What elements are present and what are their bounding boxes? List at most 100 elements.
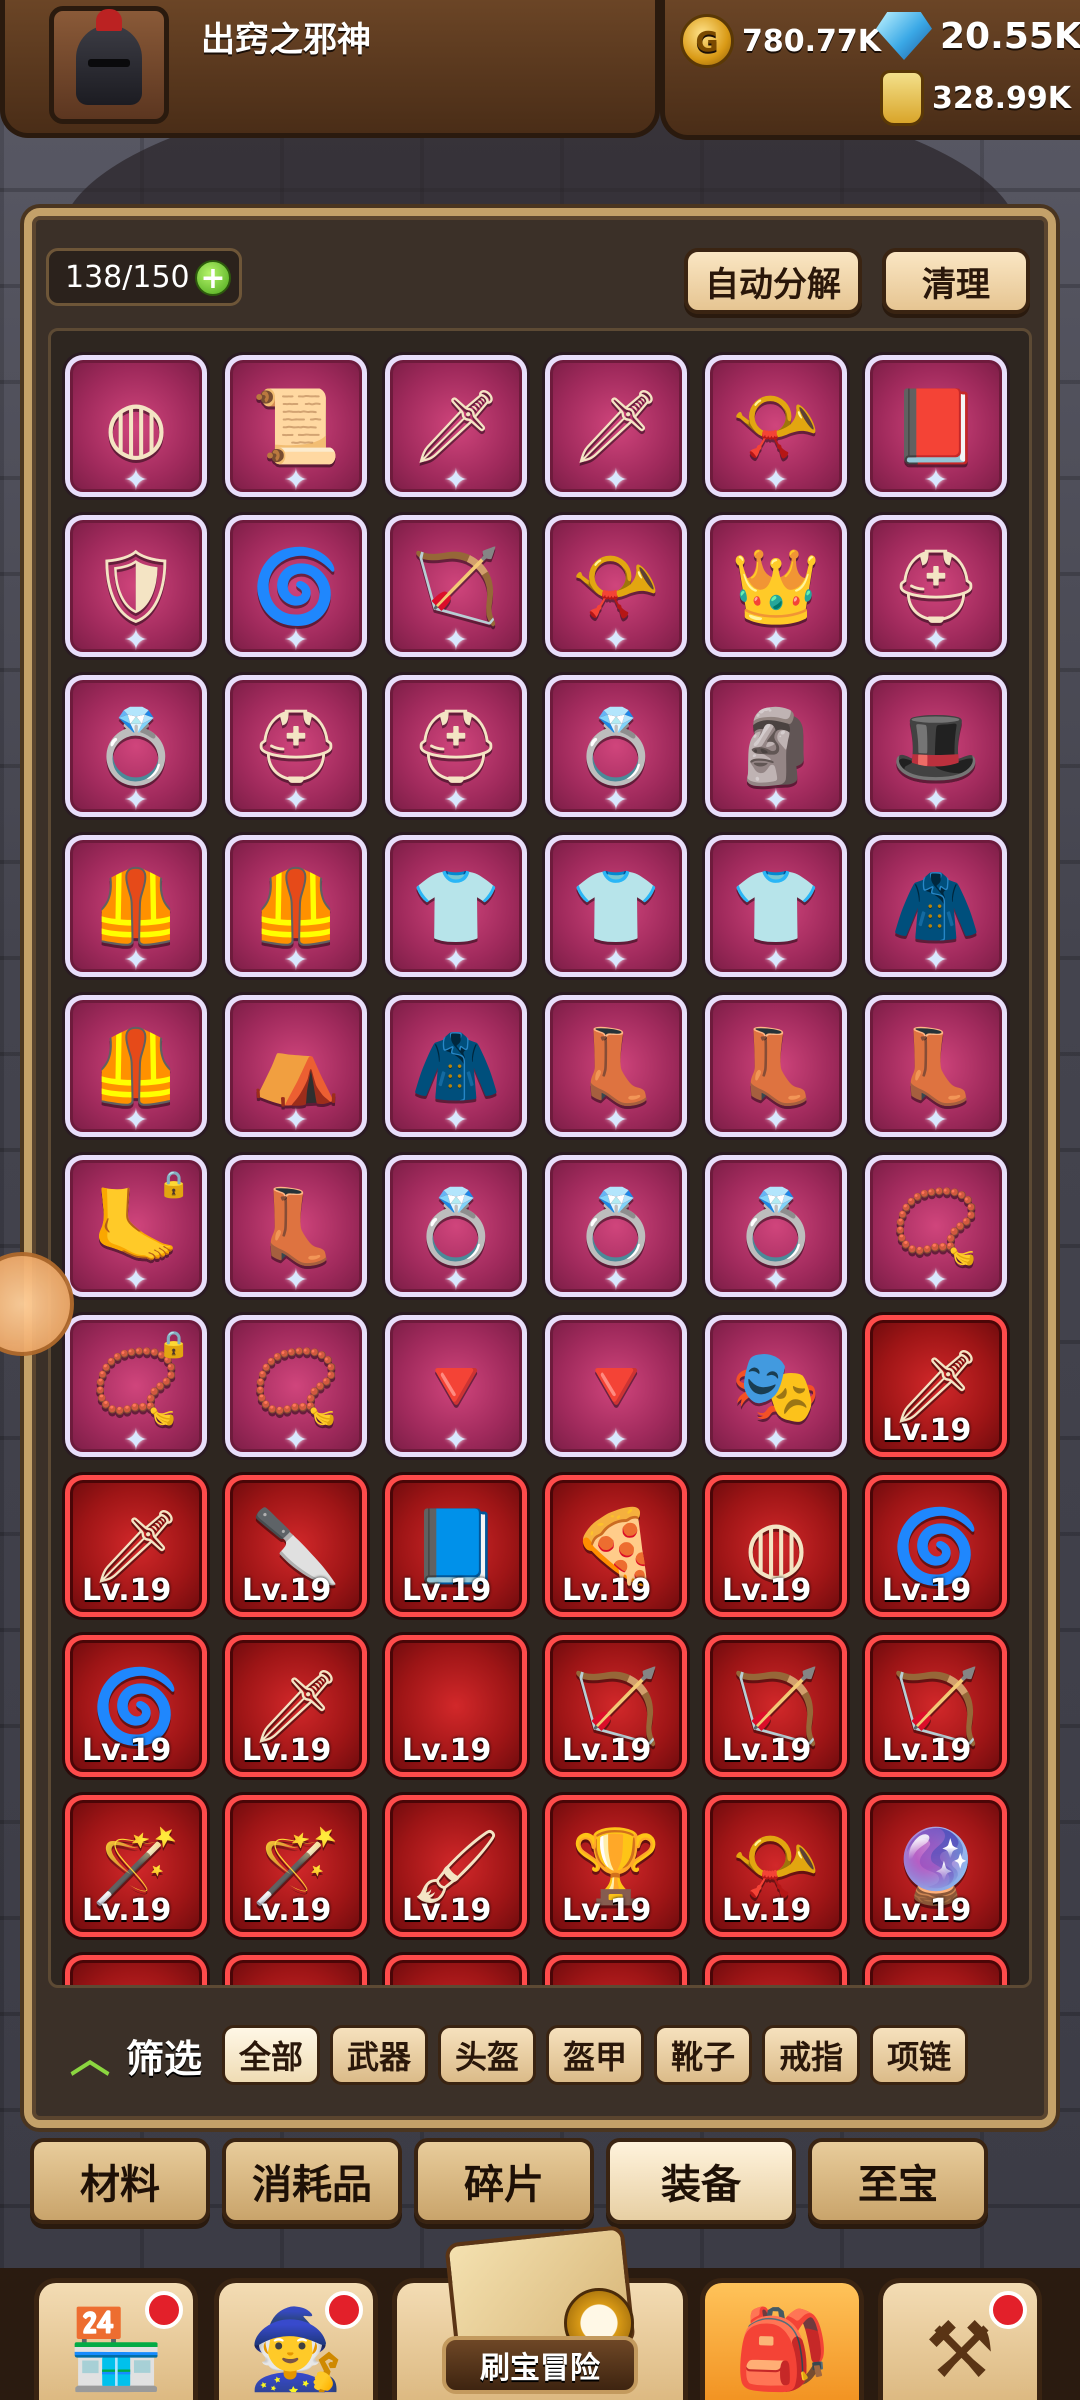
inventory-item[interactable]: 👕 ✦ <box>705 835 847 978</box>
inventory-item[interactable]: Lv.19 <box>385 1635 527 1777</box>
inventory-item[interactable]: 👢 ✦ <box>225 1155 367 1298</box>
inventory-item[interactable]: 🎩 ✦ <box>865 675 1007 818</box>
inventory-item-partial[interactable] <box>545 1955 687 1985</box>
filter-chip[interactable]: 武器 <box>330 2025 429 2085</box>
inventory-item[interactable]: 🗡 ✦ <box>545 355 687 498</box>
nav-shop-button[interactable]: 🏪 <box>34 2278 198 2400</box>
inventory-item[interactable]: 🛡 ✦ <box>65 515 207 658</box>
inventory-item[interactable]: 💍 ✦ <box>385 1155 527 1298</box>
filter-chip[interactable]: 项链 <box>870 2025 969 2085</box>
inventory-item[interactable]: 💍 ✦ <box>705 1155 847 1298</box>
inventory-item-partial[interactable] <box>225 1955 367 1985</box>
inventory-item[interactable]: 📿 ✦ <box>865 1155 1007 1298</box>
inventory-item[interactable]: 🪄 Lv.19 <box>65 1795 207 1937</box>
inventory-item[interactable]: 🦺 ✦ <box>65 995 207 1138</box>
inventory-item[interactable]: 🪄 Lv.19 <box>225 1795 367 1937</box>
inventory-item[interactable]: 🦶 ✦ 🔒 <box>65 1155 207 1298</box>
inventory-item[interactable]: 🗡 Lv.19 <box>865 1315 1007 1457</box>
potion-counter[interactable]: 328.99K <box>880 70 1071 126</box>
inventory-item[interactable]: 🎭 ✦ <box>705 1315 847 1458</box>
inventory-item[interactable]: 🏆 Lv.19 <box>545 1795 687 1937</box>
inventory-item[interactable]: ⛑ ✦ <box>385 675 527 818</box>
adventure-button[interactable]: 刷宝冒险 <box>386 2224 692 2400</box>
inventory-item[interactable]: 🦺 ✦ <box>65 835 207 978</box>
filter-chip[interactable]: 头盔 <box>438 2025 537 2085</box>
chevron-up-icon[interactable]: ︿ <box>64 2035 116 2082</box>
inventory-item[interactable]: 🌀 Lv.19 <box>65 1635 207 1777</box>
nav-backpack-button[interactable]: 🎒 <box>700 2278 864 2400</box>
inventory-item-partial[interactable] <box>865 1955 1007 1985</box>
inventory-item[interactable]: 🗡 Lv.19 <box>225 1635 367 1777</box>
nav-forge-button[interactable]: ⚒ <box>878 2278 1042 2400</box>
inventory-item-partial[interactable] <box>385 1955 527 1985</box>
inventory-item[interactable]: 🖌 Lv.19 <box>385 1795 527 1937</box>
sparkle-star-icon: ✦ <box>443 1423 469 1458</box>
item-grid-container[interactable]: ◍ ✦ 📜 ✦ 🗡 ✦ 🗡 ✦ 📯 ✦ 📕 ✦ 🛡 ✦ 🌀 ✦ 🏹 ✦ 📯 ✦ 👑 ✦ ⛑ ✦ 💍 ✦ ⛑ ✦ ⛑ ✦ 💍 ✦ 🗿 ✦ 🎩 ✦ 🦺 ✦ 🦺 ✦… <box>48 328 1032 1988</box>
inventory-item[interactable]: 🗡 Lv.19 <box>65 1475 207 1617</box>
inventory-item-partial[interactable] <box>65 1955 207 1985</box>
inventory-item[interactable]: 🔮 Lv.19 <box>865 1795 1007 1937</box>
inventory-item[interactable]: 🧥 ✦ <box>865 835 1007 978</box>
filter-chip[interactable]: 盔甲 <box>546 2025 645 2085</box>
sparkle-star-icon: ✦ <box>443 623 469 658</box>
inventory-item[interactable]: 📘 Lv.19 <box>385 1475 527 1617</box>
filter-chip[interactable]: 靴子 <box>654 2025 753 2085</box>
inventory-item[interactable]: 👢 ✦ <box>865 995 1007 1138</box>
clear-button[interactable]: 清理 <box>882 248 1030 314</box>
sparkle-star-icon: ✦ <box>443 463 469 498</box>
inventory-item[interactable]: 👕 ✦ <box>385 835 527 978</box>
spiral-disc-icon: 🌀 <box>251 544 341 628</box>
gem-counter[interactable]: 20.55K <box>876 12 1080 60</box>
inventory-item[interactable]: 🌀 Lv.19 <box>865 1475 1007 1617</box>
inventory-item[interactable]: 👢 ✦ <box>705 995 847 1138</box>
inventory-item[interactable]: 💍 ✦ <box>545 1155 687 1298</box>
inventory-item[interactable]: 📯 ✦ <box>705 355 847 498</box>
inventory-item[interactable]: 👕 ✦ <box>545 835 687 978</box>
inventory-item[interactable]: ⛺ ✦ <box>225 995 367 1138</box>
inventory-item[interactable]: 📿 ✦ <box>225 1315 367 1458</box>
inventory-item[interactable]: 📯 ✦ <box>545 515 687 658</box>
inventory-item[interactable]: ⛑ ✦ <box>865 515 1007 658</box>
inventory-item[interactable]: 📜 ✦ <box>225 355 367 498</box>
item-level: Lv.19 <box>402 1893 492 1928</box>
inventory-item[interactable]: 📿 ✦ 🔒 <box>65 1315 207 1458</box>
category-tab[interactable]: 装备 <box>606 2138 796 2224</box>
category-tab[interactable]: 消耗品 <box>222 2138 402 2224</box>
inventory-item[interactable]: ◍ ✦ <box>65 355 207 498</box>
inventory-item[interactable]: 📯 Lv.19 <box>705 1795 847 1937</box>
filter-chip[interactable]: 戒指 <box>762 2025 861 2085</box>
inventory-item[interactable]: 📕 ✦ <box>865 355 1007 498</box>
auto-decompose-button[interactable]: 自动分解 <box>684 248 862 314</box>
gold-counter[interactable]: G 780.77K <box>680 14 881 68</box>
inventory-item[interactable]: 🔻 ✦ <box>385 1315 527 1458</box>
category-tab[interactable]: 碎片 <box>414 2138 594 2224</box>
filter-chip[interactable]: 全部 <box>222 2025 321 2085</box>
inventory-item[interactable]: 👑 ✦ <box>705 515 847 658</box>
inventory-item[interactable]: 👢 ✦ <box>545 995 687 1138</box>
inventory-item[interactable]: 🗡 ✦ <box>385 355 527 498</box>
inventory-item-partial[interactable] <box>705 1955 847 1985</box>
inventory-item[interactable]: 🗿 ✦ <box>705 675 847 818</box>
inventory-item[interactable]: 🦺 ✦ <box>225 835 367 978</box>
inventory-item[interactable]: 🏹 Lv.19 <box>865 1635 1007 1777</box>
inventory-item[interactable]: 🔻 ✦ <box>545 1315 687 1458</box>
inventory-item[interactable]: ◍ Lv.19 <box>705 1475 847 1617</box>
inventory-item[interactable]: ⛑ ✦ <box>225 675 367 818</box>
inventory-item[interactable]: 🏹 ✦ <box>385 515 527 658</box>
sparkle-star-icon: ✦ <box>283 623 309 658</box>
inventory-item[interactable]: 🏹 Lv.19 <box>705 1635 847 1777</box>
inventory-item[interactable]: 🏹 Lv.19 <box>545 1635 687 1777</box>
inventory-item[interactable]: 🔪 Lv.19 <box>225 1475 367 1617</box>
expand-capacity-button[interactable]: + <box>195 260 231 296</box>
category-tab[interactable]: 至宝 <box>808 2138 988 2224</box>
item-level: Lv.19 <box>242 1573 332 1608</box>
nav-hero-button[interactable]: 🧙 <box>214 2278 378 2400</box>
inventory-item[interactable]: 🧥 ✦ <box>385 995 527 1138</box>
inventory-item[interactable]: 💍 ✦ <box>65 675 207 818</box>
inventory-item[interactable]: 🌀 ✦ <box>225 515 367 658</box>
player-avatar[interactable] <box>49 6 169 124</box>
category-tab[interactable]: 材料 <box>30 2138 210 2224</box>
crossbow-icon: 🏹 <box>731 1664 821 1748</box>
inventory-item[interactable]: 💍 ✦ <box>545 675 687 818</box>
inventory-item[interactable]: 🍕 Lv.19 <box>545 1475 687 1617</box>
